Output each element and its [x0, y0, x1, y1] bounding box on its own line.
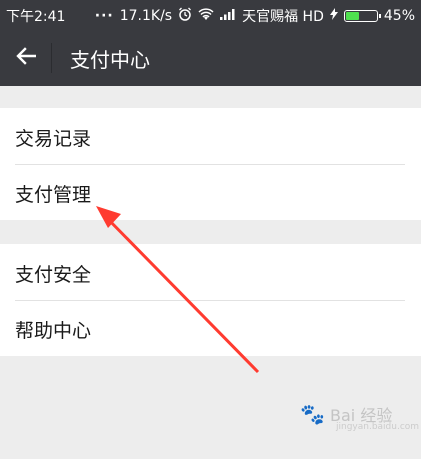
status-time: 下午2:41	[6, 9, 66, 25]
menu-item-payment-management[interactable]: 支付管理	[0, 164, 421, 220]
battery-fill	[345, 12, 359, 20]
wifi-icon	[198, 7, 214, 25]
notification-dots-icon: ···	[94, 8, 114, 24]
alarm-icon	[178, 7, 192, 25]
menu-item-label: 支付安全	[15, 264, 92, 286]
carrier-name: 天官赐福 HD	[242, 9, 324, 25]
paw-icon: 🐾	[300, 402, 325, 426]
menu-group-2: 支付安全 帮助中心	[0, 244, 421, 356]
app-bar-divider	[51, 43, 52, 73]
network-speed: 17.1K/s	[119, 8, 173, 24]
watermark-subtext: jingyan.baidu.com	[336, 422, 420, 432]
menu-group-1: 交易记录 支付管理	[0, 108, 421, 220]
app-bar: 支付中心	[0, 30, 421, 86]
menu-item-help-center[interactable]: 帮助中心	[0, 300, 421, 356]
arrow-left-icon	[16, 47, 37, 69]
status-bar: 下午2:41 ··· 17.1K/s 天官赐福 HD 45%	[0, 0, 421, 30]
battery-icon	[343, 10, 381, 22]
menu-item-label: 支付管理	[15, 184, 92, 206]
watermark: 🐾 Bai 经验 jingyan.baidu.com	[300, 402, 419, 432]
charging-icon	[329, 8, 338, 24]
menu-item-payment-security[interactable]: 支付安全	[0, 244, 421, 300]
menu-item-transaction-records[interactable]: 交易记录	[0, 108, 421, 164]
back-button[interactable]	[8, 40, 44, 76]
status-right: ··· 17.1K/s 天官赐福 HD 45%	[95, 6, 415, 26]
signal-icon	[220, 8, 236, 24]
menu-item-label: 帮助中心	[15, 320, 92, 342]
battery-percent: 45%	[383, 8, 415, 24]
menu-item-label: 交易记录	[15, 128, 92, 150]
page-title: 支付中心	[70, 48, 150, 72]
